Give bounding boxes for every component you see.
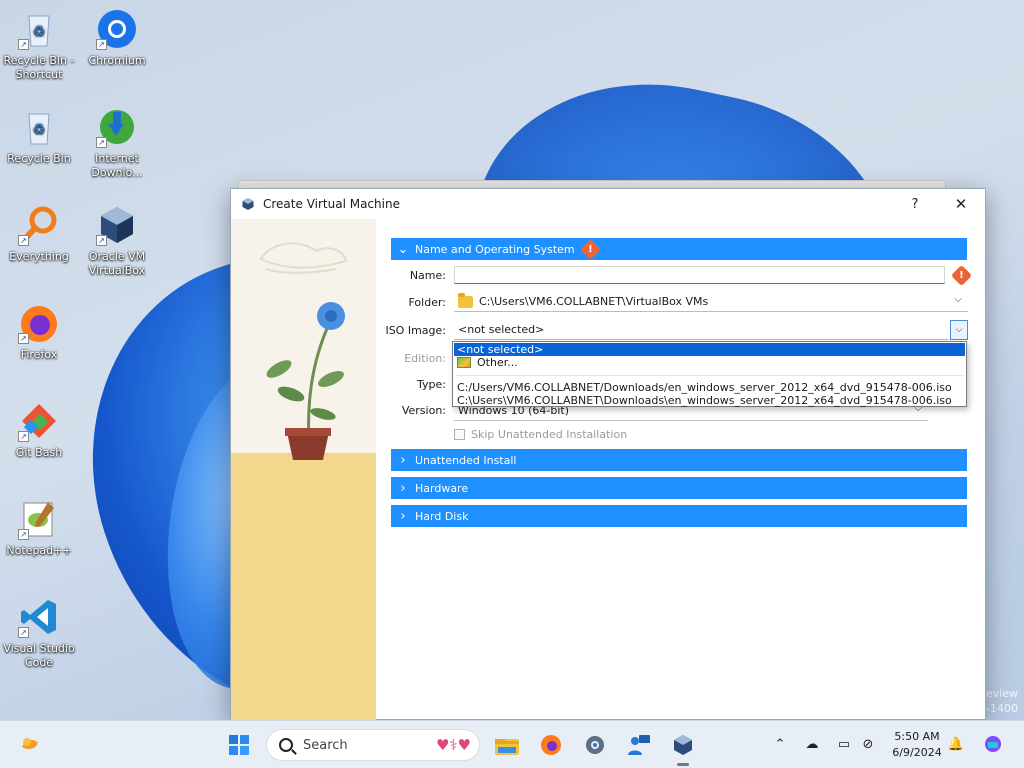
iso-option-recent-2[interactable]: C:\Users\VM6.COLLABNET\Downloads\en_wind…: [454, 394, 965, 407]
chevron-down-icon: ⌵: [955, 325, 963, 335]
type-label: Type:: [417, 378, 446, 391]
file-explorer-icon[interactable]: [491, 729, 523, 761]
start-button[interactable]: [223, 729, 255, 761]
chromium-icon: ↗: [96, 8, 138, 50]
taskbar-search[interactable]: Search ♥⚕♥: [266, 729, 480, 761]
svg-text:♻: ♻: [33, 24, 46, 40]
search-highlight-icon: ♥⚕♥: [435, 736, 471, 754]
system-clock[interactable]: 5:50 AM 6/9/2024: [884, 729, 950, 761]
taskbar: Search ♥⚕♥ ⌃ ☁ ▭ ⊘ 5:50 AM 6/9/2024 🔔: [0, 720, 1024, 768]
remote-assist-icon[interactable]: [623, 729, 655, 761]
section-name-and-os[interactable]: ⌄ Name and Operating System !: [391, 238, 967, 260]
folder-combo[interactable]: C:\Users\VM6.COLLABNET\VirtualBox VMs ⌵: [454, 292, 968, 312]
copilot-icon[interactable]: [981, 732, 1005, 756]
dialog-titlebar[interactable]: Create Virtual Machine ? ✕: [231, 189, 985, 219]
firefox-icon: ↗: [18, 302, 60, 344]
name-label: Name:: [409, 269, 446, 282]
version-label: Version:: [401, 404, 446, 417]
folder-icon: [458, 292, 473, 308]
desktop-icon-firefox[interactable]: ↗ Firefox: [1, 302, 77, 362]
help-button[interactable]: ?: [893, 189, 937, 219]
edition-label: Edition:: [404, 352, 446, 365]
desktop-icon-internet-download-manager[interactable]: ↗ Internet Downlo...: [79, 106, 155, 180]
notepadpp-icon: ↗: [18, 498, 60, 540]
skip-unattended-checkbox[interactable]: Skip Unattended Installation: [454, 428, 627, 441]
svg-text:♻: ♻: [33, 122, 46, 138]
desktop-icon-recycle-bin[interactable]: ♻ Recycle Bin: [1, 106, 77, 166]
checkbox[interactable]: [454, 429, 465, 440]
iso-option-not-selected[interactable]: <not selected>: [454, 343, 965, 356]
chevron-down-icon: ⌄: [397, 241, 409, 257]
dialog-title: Create Virtual Machine: [263, 197, 400, 211]
close-button[interactable]: ✕: [939, 189, 983, 219]
iso-option-recent-1[interactable]: C:/Users/VM6.COLLABNET/Downloads/en_wind…: [454, 381, 965, 394]
notification-bell-icon[interactable]: 🔔: [947, 735, 965, 753]
onedrive-icon[interactable]: ☁: [803, 735, 821, 753]
warning-icon: !: [579, 238, 601, 260]
wizard-content: ⌄ Name and Operating System ! Name: ! Fo…: [376, 219, 985, 719]
chevron-down-icon: ⌵: [954, 294, 962, 305]
iso-image-dropdown-button[interactable]: ⌵: [950, 320, 968, 340]
chevron-up-icon[interactable]: ⌃: [771, 735, 789, 753]
desktop-icon-notepadpp[interactable]: ↗ Notepad++: [1, 498, 77, 558]
desktop-icon-git-bash[interactable]: ↗ Git Bash: [1, 400, 77, 460]
chevron-right-icon: ›: [400, 480, 406, 496]
wizard-illustration: [231, 219, 376, 721]
virtualbox-icon: ↗: [96, 204, 138, 246]
iso-image-combo[interactable]: <not selected>: [454, 320, 948, 340]
volume-muted-icon[interactable]: ⊘: [859, 735, 877, 753]
section-hard-disk[interactable]: › Hard Disk: [391, 505, 967, 527]
widgets-icon[interactable]: [14, 729, 46, 761]
search-icon: [279, 738, 293, 752]
git-bash-icon: ↗: [18, 400, 60, 442]
iso-option-other[interactable]: Other...: [454, 356, 965, 369]
recycle-bin-icon: ♻: [18, 106, 60, 148]
dropdown-separator: [456, 375, 963, 376]
virtualbox-taskbar-icon[interactable]: [667, 729, 699, 766]
folder-label: Folder:: [408, 296, 446, 309]
settings-gear-icon[interactable]: [579, 729, 611, 761]
firefox-icon[interactable]: [535, 729, 567, 761]
desktop-icon-vscode[interactable]: ↗ Visual Studio Code: [1, 596, 77, 670]
network-icon[interactable]: ▭: [835, 735, 853, 753]
download-manager-icon: ↗: [96, 106, 138, 148]
windows-logo-icon: [229, 735, 249, 755]
virtualbox-icon: [242, 198, 254, 210]
chevron-right-icon: ›: [400, 508, 406, 524]
name-warning-icon: !: [950, 264, 973, 287]
iso-image-label: ISO Image:: [385, 324, 446, 337]
vscode-icon: ↗: [18, 596, 60, 638]
section-unattended-install[interactable]: › Unattended Install: [391, 449, 967, 471]
desktop-icon-everything[interactable]: ↗ Everything: [1, 204, 77, 264]
desktop-icon-virtualbox[interactable]: ↗ Oracle VM VirtualBox: [79, 204, 155, 278]
chevron-right-icon: ›: [400, 452, 406, 468]
section-hardware[interactable]: › Hardware: [391, 477, 967, 499]
name-input[interactable]: [454, 266, 945, 284]
everything-search-icon: ↗: [18, 204, 60, 246]
create-vm-dialog: Create Virtual Machine ? ✕ ⌄ Name and Op…: [230, 188, 986, 721]
iso-image-dropdown-list: <not selected> Other... C:/Users/VM6.COL…: [452, 341, 967, 407]
desktop-icon-recycle-bin-shortcut[interactable]: ♻ ↗ Recycle Bin - Shortcut: [1, 8, 77, 82]
image-file-icon: [457, 357, 471, 368]
desktop-icon-chromium[interactable]: ↗ Chromium: [79, 8, 155, 68]
recycle-bin-icon: ♻ ↗: [18, 8, 60, 50]
